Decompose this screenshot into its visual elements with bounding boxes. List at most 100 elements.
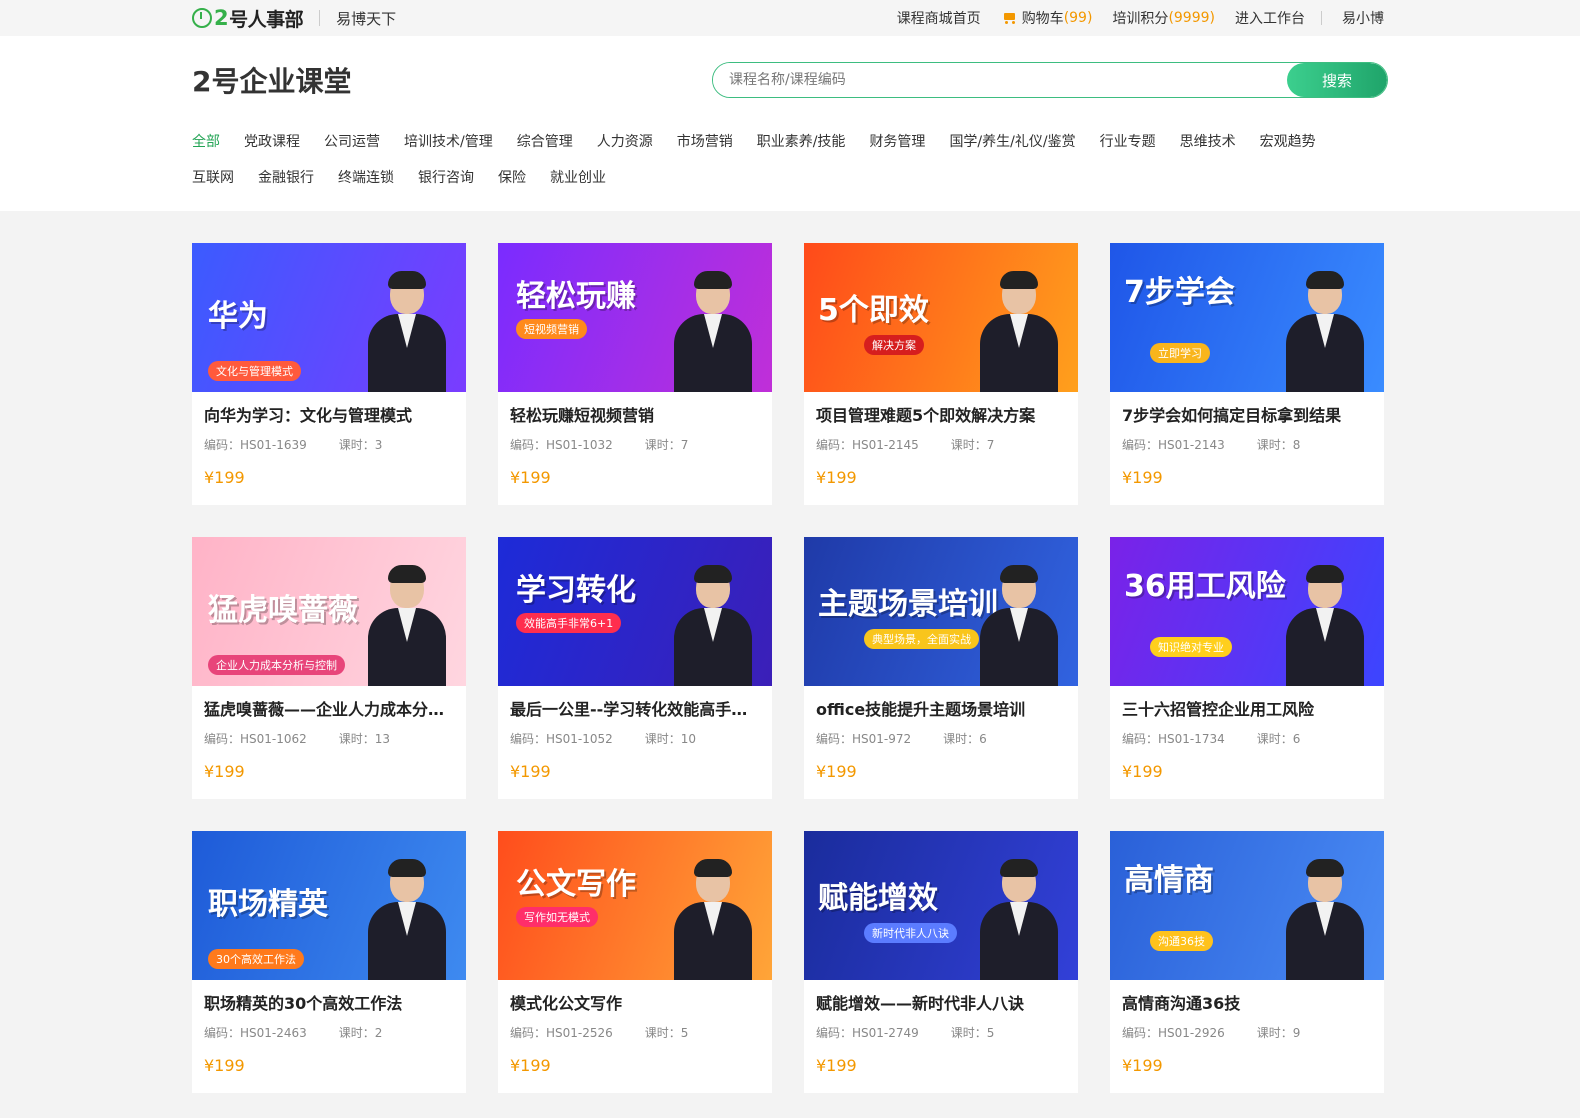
cart-count: (99) xyxy=(1063,10,1093,26)
course-card[interactable]: 赋能增效 新时代非人八诀 赋能增效——新时代非人八诀 编码：HS01-2749 … xyxy=(804,831,1078,1093)
thumbnail-title: 赋能增效 xyxy=(818,881,938,916)
workbench-link[interactable]: 进入工作台 xyxy=(1235,8,1305,28)
thumbnail-title: 公文写作 xyxy=(516,867,636,902)
category-item[interactable]: 行业专题 xyxy=(1100,124,1156,160)
course-card[interactable]: 7步学会 立即学习 7步学会如何搞定目标拿到结果 编码：HS01-2143 课时… xyxy=(1110,243,1384,505)
category-item[interactable]: 综合管理 xyxy=(517,124,573,160)
thumbnail-title: 职场精英 xyxy=(208,887,328,922)
cart-link[interactable]: 购物车 (99) xyxy=(1001,8,1093,28)
instructor-photo xyxy=(670,565,754,686)
thumbnail-title: 华为 xyxy=(208,299,268,334)
course-price: ¥199 xyxy=(510,468,551,487)
course-thumbnail[interactable]: 赋能增效 新时代非人八诀 xyxy=(804,831,1078,980)
category-item[interactable]: 人力资源 xyxy=(597,124,653,160)
course-title[interactable]: 轻松玩赚短视频营销 xyxy=(510,404,760,428)
course-title[interactable]: 向华为学习：文化与管理模式 xyxy=(204,404,454,428)
category-item[interactable]: 职业素养/技能 xyxy=(757,124,846,160)
course-price: ¥199 xyxy=(204,468,245,487)
course-price: ¥199 xyxy=(816,468,857,487)
search-button[interactable]: 搜索 xyxy=(1287,63,1387,97)
instructor-photo xyxy=(1282,859,1366,980)
course-hours: 课时：5 xyxy=(644,1026,689,1040)
course-card[interactable]: 5个即效 解决方案 项目管理难题5个即效解决方案 编码：HS01-2145 课时… xyxy=(804,243,1078,505)
course-card[interactable]: 轻松玩赚 短视频营销 轻松玩赚短视频营销 编码：HS01-1032 课时：7 ¥… xyxy=(498,243,772,505)
course-thumbnail[interactable]: 猛虎嗅蔷薇 企业人力成本分析与控制 xyxy=(192,537,466,686)
course-title[interactable]: 职场精英的30个高效工作法 xyxy=(204,992,454,1016)
instructor-photo xyxy=(364,565,448,686)
logo[interactable]: 2 号人事部 xyxy=(192,5,304,32)
course-title[interactable]: 猛虎嗅蔷薇——企业人力成本分析与控制 xyxy=(204,698,454,722)
course-card[interactable]: 36用工风险 知识绝对专业 三十六招管控企业用工风险 编码：HS01-1734 … xyxy=(1110,537,1384,799)
course-hours: 课时：10 xyxy=(644,732,697,746)
category-item[interactable]: 国学/养生/礼仪/鉴赏 xyxy=(949,124,1075,160)
course-thumbnail[interactable]: 36用工风险 知识绝对专业 xyxy=(1110,537,1384,686)
course-card[interactable]: 学习转化 效能高手非常6+1 最后一公里--学习转化效能高手非常6+1 编码：H… xyxy=(498,537,772,799)
search-bar: 搜索 xyxy=(712,62,1388,98)
course-thumbnail[interactable]: 职场精英 30个高效工作法 xyxy=(192,831,466,980)
course-hours: 课时：6 xyxy=(1256,732,1301,746)
user-name[interactable]: 易小博 xyxy=(1342,8,1384,28)
course-title[interactable]: 赋能增效——新时代非人八诀 xyxy=(816,992,1066,1016)
course-title[interactable]: office技能提升主题场景培训 xyxy=(816,698,1066,722)
category-item[interactable]: 党政课程 xyxy=(244,124,300,160)
category-item[interactable]: 终端连锁 xyxy=(338,160,394,196)
thumbnail-title: 主题场景培训 xyxy=(818,587,998,622)
category-item[interactable]: 就业创业 xyxy=(550,160,606,196)
course-thumbnail[interactable]: 主题场景培训 典型场景，全面实战 xyxy=(804,537,1078,686)
course-title[interactable]: 项目管理难题5个即效解决方案 xyxy=(816,404,1066,428)
course-card[interactable]: 华为 文化与管理模式 向华为学习：文化与管理模式 编码：HS01-1639 课时… xyxy=(192,243,466,505)
search-input[interactable] xyxy=(713,63,1287,97)
mall-home-link[interactable]: 课程商城首页 xyxy=(897,8,981,28)
course-price: ¥199 xyxy=(204,762,245,781)
category-item[interactable]: 财务管理 xyxy=(869,124,925,160)
course-thumbnail[interactable]: 学习转化 效能高手非常6+1 xyxy=(498,537,772,686)
course-title[interactable]: 7步学会如何搞定目标拿到结果 xyxy=(1122,404,1372,428)
course-price: ¥199 xyxy=(1122,1056,1163,1075)
course-thumbnail[interactable]: 高情商 沟通36技 xyxy=(1110,831,1384,980)
course-thumbnail[interactable]: 华为 文化与管理模式 xyxy=(192,243,466,392)
course-title[interactable]: 高情商沟通36技 xyxy=(1122,992,1372,1016)
category-item[interactable]: 培训技术/管理 xyxy=(404,124,493,160)
course-thumbnail[interactable]: 公文写作 写作如无模式 xyxy=(498,831,772,980)
thumbnail-subtitle: 效能高手非常6+1 xyxy=(516,613,622,633)
course-grid: 华为 文化与管理模式 向华为学习：文化与管理模式 编码：HS01-1639 课时… xyxy=(0,211,1580,1093)
category-item[interactable]: 保险 xyxy=(498,160,526,196)
category-item[interactable]: 银行咨询 xyxy=(418,160,474,196)
divider xyxy=(319,10,321,26)
course-title[interactable]: 模式化公文写作 xyxy=(510,992,760,1016)
points-link[interactable]: 培训积分 (9999) xyxy=(1112,8,1215,28)
category-item[interactable]: 公司运营 xyxy=(324,124,380,160)
course-hours: 课时：13 xyxy=(338,732,391,746)
thumbnail-subtitle: 企业人力成本分析与控制 xyxy=(208,655,345,675)
category-item[interactable]: 全部 xyxy=(192,124,220,160)
category-item[interactable]: 互联网 xyxy=(192,160,234,196)
category-item[interactable]: 宏观趋势 xyxy=(1260,124,1316,160)
instructor-photo xyxy=(670,859,754,980)
course-card[interactable]: 职场精英 30个高效工作法 职场精英的30个高效工作法 编码：HS01-2463… xyxy=(192,831,466,1093)
category-item[interactable]: 金融银行 xyxy=(258,160,314,196)
course-hours: 课时：8 xyxy=(1256,438,1301,452)
course-thumbnail[interactable]: 5个即效 解决方案 xyxy=(804,243,1078,392)
course-thumbnail[interactable]: 7步学会 立即学习 xyxy=(1110,243,1384,392)
course-hours: 课时：6 xyxy=(943,732,987,746)
instructor-photo xyxy=(1282,271,1366,392)
course-hours: 课时：5 xyxy=(950,1026,995,1040)
thumbnail-subtitle: 文化与管理模式 xyxy=(208,361,301,381)
course-thumbnail[interactable]: 轻松玩赚 短视频营销 xyxy=(498,243,772,392)
course-card[interactable]: 主题场景培训 典型场景，全面实战 office技能提升主题场景培训 编码：HS0… xyxy=(804,537,1078,799)
course-card[interactable]: 公文写作 写作如无模式 模式化公文写作 编码：HS01-2526 课时：5 ¥1… xyxy=(498,831,772,1093)
course-title[interactable]: 三十六招管控企业用工风险 xyxy=(1122,698,1372,722)
course-price: ¥199 xyxy=(816,762,857,781)
course-title[interactable]: 最后一公里--学习转化效能高手非常6+1 xyxy=(510,698,760,722)
instructor-photo xyxy=(976,271,1060,392)
course-card[interactable]: 猛虎嗅蔷薇 企业人力成本分析与控制 猛虎嗅蔷薇——企业人力成本分析与控制 编码：… xyxy=(192,537,466,799)
course-code: 编码：HS01-2749 xyxy=(816,1026,919,1040)
category-item[interactable]: 思维技术 xyxy=(1180,124,1236,160)
instructor-photo xyxy=(976,565,1060,686)
category-item[interactable]: 市场营销 xyxy=(677,124,733,160)
clock-icon xyxy=(192,8,212,28)
category-list: 全部 党政课程 公司运营 培训技术/管理 综合管理 人力资源 市场营销 职业素养/技能 财务管理… xyxy=(192,124,1388,196)
instructor-photo xyxy=(364,859,448,980)
thumbnail-title: 5个即效 xyxy=(818,293,929,328)
course-card[interactable]: 高情商 沟通36技 高情商沟通36技 编码：HS01-2926 课时：9 ¥19… xyxy=(1110,831,1384,1093)
